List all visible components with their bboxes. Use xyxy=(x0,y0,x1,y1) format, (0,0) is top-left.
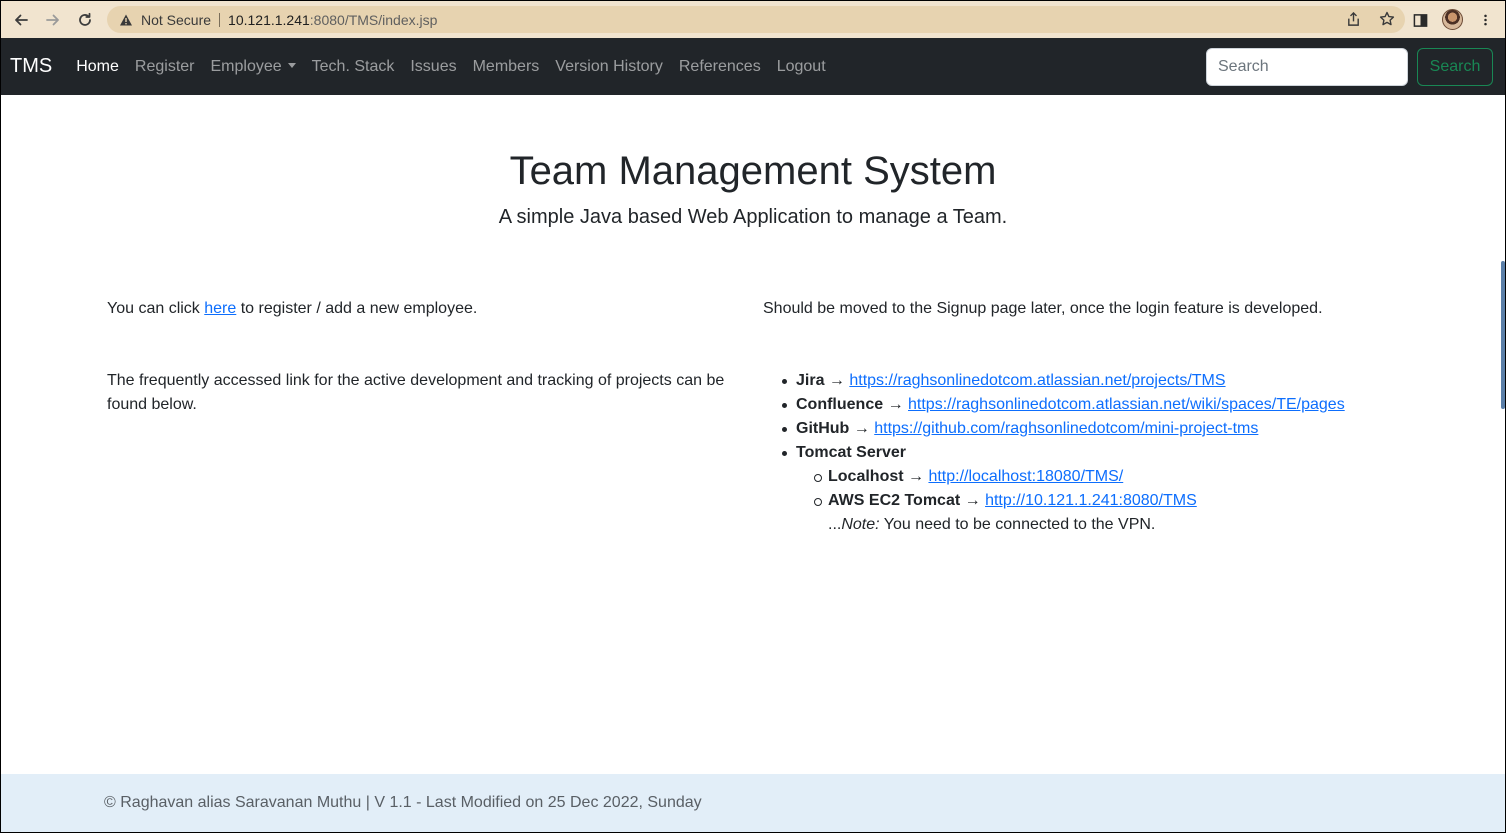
main-navbar: TMS Home Register Employee Tech. Stack I… xyxy=(1,38,1505,95)
list-item-confluence: Confluence → https://raghsonlinedotcom.a… xyxy=(763,393,1345,417)
chevron-down-icon xyxy=(287,62,296,68)
project-links-list: Jira → https://raghsonlinedotcom.atlassi… xyxy=(763,369,1345,537)
tomcat-links-list: Localhost → http://localhost:18080/TMS/ … xyxy=(796,465,1345,513)
arrow-icon: → xyxy=(849,420,875,437)
nav-menu: Home Register Employee Tech. Stack Issue… xyxy=(68,58,833,76)
list-item-localhost: Localhost → http://localhost:18080/TMS/ xyxy=(796,465,1345,489)
search-button[interactable]: Search xyxy=(1417,48,1493,86)
search-input[interactable] xyxy=(1206,48,1408,86)
more-menu-icon[interactable] xyxy=(1475,9,1495,31)
security-label[interactable]: Not Secure xyxy=(141,12,211,28)
nav-item-logout[interactable]: Logout xyxy=(769,58,834,76)
browser-window: Not Secure 10.121.1.241:8080/TMS/index.j… xyxy=(1,1,1505,832)
register-text-before: You can click xyxy=(107,300,205,317)
page-subtitle: A simple Java based Web Application to m… xyxy=(498,206,1008,228)
browser-toolbar: Not Secure 10.121.1.241:8080/TMS/index.j… xyxy=(1,1,1505,38)
scrollbar-thumb[interactable] xyxy=(1501,261,1505,409)
nav-item-members[interactable]: Members xyxy=(465,58,548,76)
nav-item-employee[interactable]: Employee xyxy=(202,58,303,76)
github-link[interactable]: https://github.com/raghsonlinedotcom/min… xyxy=(874,420,1258,437)
confluence-link[interactable]: https://raghsonlinedotcom.atlassian.net/… xyxy=(908,396,1345,413)
forward-icon[interactable] xyxy=(38,5,68,35)
page-title: Team Management System xyxy=(509,149,997,193)
list-item-tomcat: Tomcat Server Localhost → http://localho… xyxy=(763,441,1345,537)
arrow-icon: → xyxy=(960,492,986,509)
link-name-aws-ec2: AWS EC2 Tomcat xyxy=(828,492,961,509)
register-here-link[interactable]: here xyxy=(204,300,236,317)
list-item-github: GitHub → https://github.com/raghsonlined… xyxy=(763,417,1345,441)
profile-avatar[interactable] xyxy=(1442,9,1463,30)
share-icon[interactable] xyxy=(1345,10,1361,28)
brand-link[interactable]: TMS xyxy=(10,55,52,78)
nav-item-version-history[interactable]: Version History xyxy=(547,58,671,76)
link-name-github: GitHub xyxy=(796,420,850,437)
signup-note: Should be moved to the Signup page later… xyxy=(763,300,1323,317)
link-name-localhost: Localhost xyxy=(828,468,904,485)
warning-icon[interactable] xyxy=(119,13,133,27)
arrow-icon: → xyxy=(824,372,850,389)
list-item-jira: Jira → https://raghsonlinedotcom.atlassi… xyxy=(763,369,1345,393)
tomcat-server-label: Tomcat Server xyxy=(796,444,906,461)
register-text-after: to register / add a new employee. xyxy=(236,300,478,317)
link-name-jira: Jira xyxy=(796,372,825,389)
note-text: You need to be connected to the VPN. xyxy=(879,516,1156,533)
links-intro-paragraph: The frequently accessed link for the act… xyxy=(107,372,725,413)
nav-item-tech-stack[interactable]: Tech. Stack xyxy=(304,58,403,76)
arrow-icon: → xyxy=(883,396,909,413)
jira-link[interactable]: https://raghsonlinedotcom.atlassian.net/… xyxy=(849,372,1225,389)
aws-ec2-link[interactable]: http://10.121.1.241:8080/TMS xyxy=(985,492,1197,509)
footer-text: © Raghavan alias Saravanan Muthu | V 1.1… xyxy=(104,794,702,811)
list-item-aws-ec2: AWS EC2 Tomcat → http://10.121.1.241:808… xyxy=(796,489,1345,513)
url-host: 10.121.1.241 xyxy=(228,11,310,28)
register-paragraph: You can click here to register / add a n… xyxy=(107,297,477,321)
back-icon[interactable] xyxy=(6,5,36,35)
side-panel-icon[interactable] xyxy=(1410,9,1430,31)
nav-item-issues[interactable]: Issues xyxy=(402,58,464,76)
localhost-link[interactable]: http://localhost:18080/TMS/ xyxy=(928,468,1123,485)
bookmark-star-icon[interactable] xyxy=(1379,10,1395,28)
address-separator xyxy=(219,12,221,27)
url-path: :8080/TMS/index.jsp xyxy=(309,11,438,28)
nav-item-register[interactable]: Register xyxy=(127,58,203,76)
page-footer: © Raghavan alias Saravanan Muthu | V 1.1… xyxy=(1,774,1505,832)
note-label: Note: xyxy=(841,516,880,533)
nav-item-home[interactable]: Home xyxy=(68,58,127,76)
nav-item-employee-label: Employee xyxy=(210,57,282,75)
reload-icon[interactable] xyxy=(70,5,100,35)
url-text[interactable]: 10.121.1.241:8080/TMS/index.jsp xyxy=(228,12,437,28)
note-prefix: ... xyxy=(828,516,842,533)
nav-item-references[interactable]: References xyxy=(671,58,769,76)
vpn-note: ...Note: You need to be connected to the… xyxy=(796,513,1345,537)
address-bar[interactable]: Not Secure 10.121.1.241:8080/TMS/index.j… xyxy=(107,6,1405,33)
arrow-icon: → xyxy=(903,468,929,485)
link-name-confluence: Confluence xyxy=(796,396,884,413)
